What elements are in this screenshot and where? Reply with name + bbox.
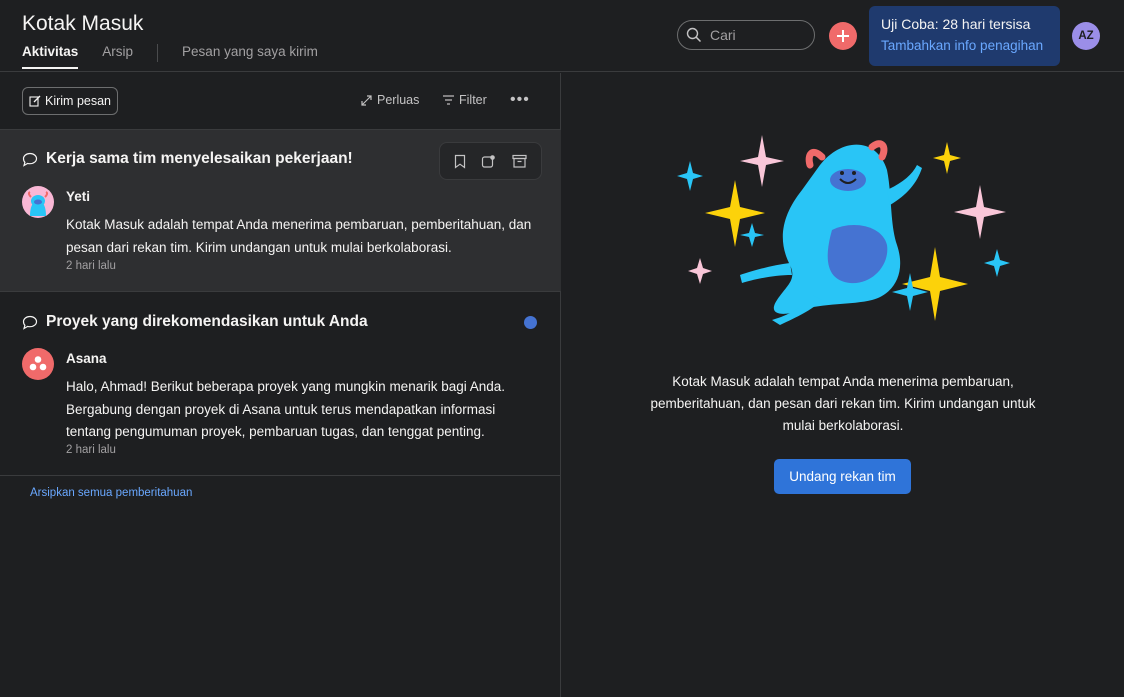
plus-icon <box>837 30 849 42</box>
sender-name: Yeti <box>66 189 91 204</box>
reminder-icon[interactable] <box>481 154 496 169</box>
inbox-toolbar: Kirim pesan Perluas Filter ••• <box>0 73 561 129</box>
user-avatar[interactable]: AZ <box>1072 22 1100 50</box>
edit-icon <box>29 95 41 107</box>
sender-name: Asana <box>66 351 107 366</box>
unread-indicator[interactable] <box>524 316 537 329</box>
notification-card[interactable]: Proyek yang direkomendasikan untuk Anda … <box>0 292 561 476</box>
tab-sent-messages[interactable]: Pesan yang saya kirim <box>182 44 318 67</box>
notification-title: Proyek yang direkomendasikan untuk Anda <box>22 313 368 331</box>
notification-title-text: Proyek yang direkomendasikan untuk Anda <box>46 313 368 330</box>
inbox-description: Kotak Masuk adalah tempat Anda menerima … <box>650 374 1036 433</box>
notification-body: Halo, Ahmad! Berikut beberapa proyek yan… <box>66 379 506 439</box>
tab-archive[interactable]: Arsip <box>102 44 133 67</box>
notification-actions <box>439 142 542 180</box>
add-billing-link[interactable]: Tambahkan info penagihan <box>881 38 1048 53</box>
filter-icon <box>443 95 454 105</box>
tab-activity[interactable]: Aktivitas <box>22 44 79 69</box>
comment-icon <box>22 315 38 330</box>
yeti-icon <box>27 191 49 216</box>
asana-avatar <box>22 348 54 380</box>
notification-list-pane: Kirim pesan Perluas Filter ••• Kerja sam… <box>0 73 561 697</box>
inbox-tabs: Aktivitas Arsip Pesan yang saya kirim <box>22 44 342 72</box>
notification-card[interactable]: Kerja sama tim menyelesaikan pekerjaan! … <box>0 129 561 292</box>
expand-label: Perluas <box>377 93 420 107</box>
notification-title-text: Kerja sama tim menyelesaikan pekerjaan! <box>46 150 353 167</box>
bookmark-icon[interactable] <box>454 154 466 169</box>
filter-button[interactable]: Filter <box>443 93 487 107</box>
yeti-illustration <box>677 135 1010 325</box>
more-horizontal-icon[interactable]: ••• <box>510 91 530 109</box>
notification-body: Kotak Masuk adalah tempat Anda menerima … <box>66 217 532 255</box>
asana-logo-icon <box>29 356 47 371</box>
compose-label: Kirim pesan <box>45 94 111 108</box>
filter-label: Filter <box>459 93 487 107</box>
expand-button[interactable]: Perluas <box>361 93 419 107</box>
trial-banner: Uji Coba: 28 hari tersisa Tambahkan info… <box>869 6 1060 66</box>
detail-pane: Kotak Masuk adalah tempat Anda menerima … <box>562 73 1124 697</box>
compose-message-button[interactable]: Kirim pesan <box>22 87 118 115</box>
top-bar: Kotak Masuk Aktivitas Arsip Pesan yang s… <box>0 0 1124 72</box>
archive-icon[interactable] <box>512 154 527 168</box>
archive-all-link[interactable]: Arsipkan semua pemberitahuan <box>30 487 192 499</box>
search-icon <box>686 27 702 43</box>
expand-icon <box>361 94 372 106</box>
invite-teammates-button[interactable]: Undang rekan tim <box>774 459 911 494</box>
search-box[interactable] <box>677 20 815 50</box>
trial-status: Uji Coba: 28 hari tersisa <box>881 16 1031 32</box>
tab-divider <box>157 44 159 62</box>
notification-title: Kerja sama tim menyelesaikan pekerjaan! <box>22 150 353 168</box>
search-input[interactable] <box>708 26 812 44</box>
notification-time: 2 hari lalu <box>66 260 116 272</box>
page-title: Kotak Masuk <box>22 12 144 35</box>
notification-time: 2 hari lalu <box>66 444 116 456</box>
comment-icon <box>22 152 38 167</box>
create-button[interactable] <box>829 22 857 50</box>
yeti-avatar <box>22 186 54 218</box>
